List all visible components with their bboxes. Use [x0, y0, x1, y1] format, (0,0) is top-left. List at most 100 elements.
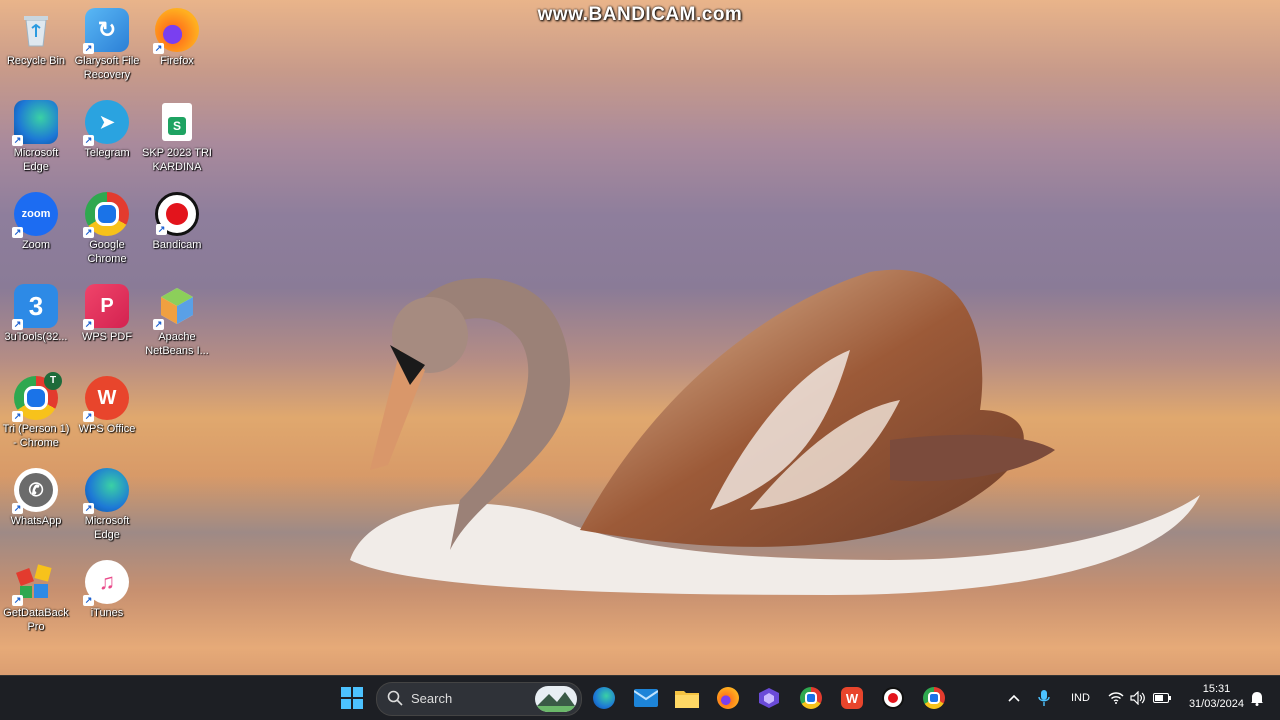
- clock-time: 15:31: [1202, 683, 1231, 695]
- 3utools-icon: 3 ↗: [12, 284, 58, 330]
- search-placeholder: Search: [411, 691, 453, 706]
- desktop-icon-whatsapp[interactable]: ✆ ↗ WhatsApp: [0, 462, 72, 528]
- edge-icon: ↗: [83, 468, 129, 514]
- desktop-icon-label: WhatsApp: [10, 515, 62, 527]
- desktop-icon-wps-office[interactable]: W ↗ WPS Office: [71, 370, 143, 436]
- notification-bell-icon: [1251, 692, 1263, 706]
- tray-microphone[interactable]: [1038, 676, 1050, 720]
- taskbar-bandicam[interactable]: [878, 683, 908, 713]
- desktop-icon-skp-2023[interactable]: S SKP 2023 TRI KARDINA: [141, 94, 213, 174]
- tray-wifi[interactable]: [1108, 676, 1124, 720]
- desktop-icon-apache-netbeans[interactable]: ↗ Apache NetBeans I...: [141, 278, 213, 358]
- wifi-icon: [1108, 692, 1124, 704]
- desktop-icon-bandicam[interactable]: ↗ Bandicam: [141, 186, 213, 252]
- bandicam-icon: ↗: [155, 192, 199, 236]
- desktop-icon-label: 3uTools(32...: [4, 331, 68, 343]
- firefox-icon: [717, 687, 739, 709]
- desktop-icon-label: WPS Office: [78, 423, 136, 435]
- firefox-icon: ↗: [153, 8, 199, 54]
- desktop-icon-telegram[interactable]: ➤ ↗ Telegram: [71, 94, 143, 160]
- desktop-icon-microsoft-edge[interactable]: ↗ Microsoft Edge: [0, 94, 72, 174]
- tray-notifications[interactable]: [1250, 676, 1264, 720]
- desktop-icon-3utools[interactable]: 3 ↗ 3uTools(32...: [0, 278, 72, 344]
- desktop-icon-label: Firefox: [160, 55, 194, 67]
- windows-logo-icon: [341, 687, 363, 709]
- whatsapp-icon: ✆ ↗: [12, 468, 58, 514]
- desktop-icon-label: GetDataBack Pro: [3, 607, 69, 633]
- wps-pdf-glyph: P: [100, 294, 114, 317]
- clock-date: 31/03/2024: [1188, 698, 1244, 710]
- recycle-bin-icon: [14, 8, 58, 52]
- taskbar-edge[interactable]: [589, 683, 619, 713]
- desktop-icon-getdataback[interactable]: ↗ GetDataBack Pro: [0, 554, 72, 634]
- tray-language[interactable]: IND: [1071, 676, 1090, 720]
- wps-office-icon: W ↗: [83, 376, 129, 422]
- desktop-icon-recycle-bin[interactable]: Recycle Bin: [0, 2, 72, 68]
- taskbar-mail[interactable]: [631, 683, 661, 713]
- battery-icon: [1153, 693, 1171, 703]
- getdataback-icon: ↗: [12, 560, 58, 606]
- desktop-icon-glarysoft[interactable]: ↻ ↗ Glarysoft File Recovery: [71, 2, 143, 82]
- telegram-icon: ➤ ↗: [83, 100, 129, 146]
- chrome-profile-icon: T ↗: [12, 372, 62, 422]
- desktop-icon-label: SKP 2023 TRI KARDINA: [142, 147, 212, 173]
- desktop-icon-zoom[interactable]: zoom ↗ Zoom: [0, 186, 72, 252]
- taskbar-firefox[interactable]: [713, 683, 743, 713]
- profile-badge: T: [44, 372, 62, 390]
- mail-icon: [634, 689, 658, 707]
- desktop-icon-itunes[interactable]: ♫ ↗ iTunes: [71, 554, 143, 620]
- chrome-profile-icon: [923, 687, 945, 709]
- desktop-icon-label: Telegram: [84, 147, 130, 159]
- 3utools-glyph: 3: [28, 290, 44, 321]
- edge-icon: [593, 687, 615, 709]
- telegram-glyph: ➤: [99, 111, 115, 132]
- taskbar-search-box[interactable]: Search: [376, 682, 582, 716]
- chrome-icon: ↗: [83, 192, 129, 238]
- glarysoft-file-recovery-icon: ↻ ↗: [83, 8, 129, 54]
- taskbar-chrome[interactable]: [796, 683, 826, 713]
- desktop-icon-label: Bandicam: [152, 239, 202, 251]
- wallpaper-swan-illustration: [350, 269, 1200, 595]
- netbeans-icon: ↗: [153, 284, 199, 330]
- spreadsheet-file-icon: S: [155, 100, 199, 144]
- volume-icon: [1130, 691, 1145, 705]
- wps-glyph: W: [845, 690, 859, 706]
- desktop-icon-tri-chrome[interactable]: T ↗ Tri (Person 1) - Chrome: [0, 370, 72, 450]
- spreadsheet-glyph: S: [168, 117, 186, 135]
- taskbar-chrome-profile[interactable]: [919, 683, 949, 713]
- edge-icon: ↗: [12, 100, 58, 146]
- desktop-icon-grid: Recycle Bin ↗ Microsoft Edge zoom ↗ Zoom …: [0, 0, 220, 676]
- tray-volume[interactable]: [1130, 676, 1146, 720]
- zoom-glyph: zoom: [21, 208, 51, 220]
- desktop-icon-label: Microsoft Edge: [13, 147, 59, 173]
- desktop-icon-google-chrome[interactable]: ↗ Google Chrome: [71, 186, 143, 266]
- desktop-icon-firefox[interactable]: ↗ Firefox: [141, 2, 213, 68]
- taskbar: Search W IND 15:31 31/03/2024: [0, 675, 1280, 720]
- wps-office-icon: W: [841, 687, 863, 709]
- taskbar-file-explorer[interactable]: [672, 683, 702, 713]
- tray-overflow-chevron[interactable]: [1008, 676, 1020, 720]
- desktop-icon-label: Zoom: [21, 239, 51, 251]
- bandicam-icon: [882, 687, 904, 709]
- desktop-icon-microsoft-edge-2[interactable]: ↗ Microsoft Edge: [71, 462, 143, 542]
- start-button[interactable]: [337, 683, 367, 713]
- wps-pdf-icon: P ↗: [83, 284, 129, 330]
- taskbar-clock[interactable]: 15:31 31/03/2024: [1189, 682, 1244, 712]
- desktop-icon-label: iTunes: [90, 607, 124, 619]
- chevron-up-icon: [1008, 694, 1020, 702]
- desktop-icon-wps-pdf[interactable]: P ↗ WPS PDF: [71, 278, 143, 344]
- desktop-icon-label: Apache NetBeans I...: [145, 331, 209, 357]
- desktop-icon-label: Microsoft Edge: [84, 515, 130, 541]
- desktop-icon-label: Tri (Person 1) - Chrome: [2, 423, 70, 449]
- itunes-icon: ♫ ↗: [83, 560, 129, 606]
- desktop-icon-label: WPS PDF: [81, 331, 133, 343]
- tray-battery[interactable]: [1153, 676, 1171, 720]
- taskbar-wps-office[interactable]: W: [837, 683, 867, 713]
- search-highlight-image: [535, 686, 577, 712]
- language-indicator: IND: [1071, 692, 1090, 704]
- chrome-icon: [800, 687, 822, 709]
- desktop-icon-label: Google Chrome: [87, 239, 127, 265]
- wps-glyph: W: [97, 386, 117, 409]
- search-icon: [387, 690, 403, 706]
- taskbar-app-cube[interactable]: [754, 683, 784, 713]
